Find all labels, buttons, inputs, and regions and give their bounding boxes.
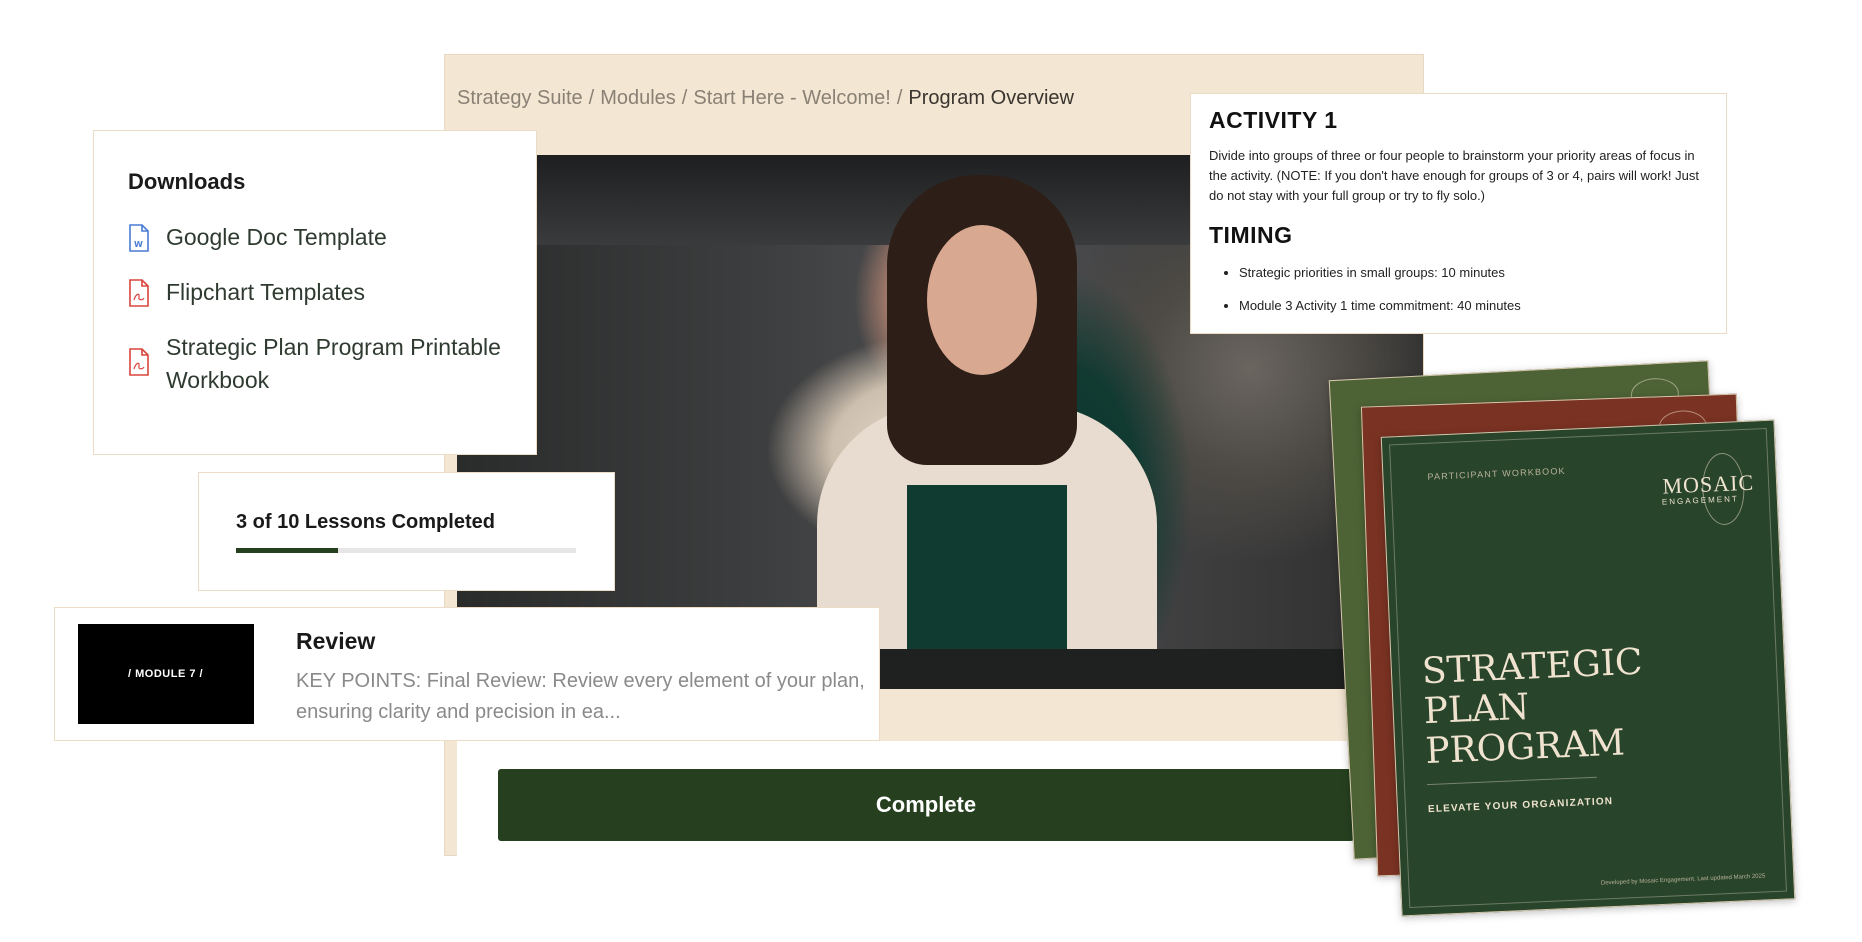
timing-item: Module 3 Activity 1 time commitment: 40 … — [1239, 298, 1719, 313]
timing-heading: TIMING — [1209, 222, 1293, 248]
workbook-cover-front: PARTICIPANT WORKBOOK MOSAIC ENGAGEMENT S… — [1380, 419, 1796, 917]
downloads-title: Downloads — [128, 169, 246, 194]
progress-card: 3 of 10 Lessons Completed — [198, 472, 615, 591]
pdf-icon — [129, 279, 149, 307]
downloads-card: Downloads W Google Doc Template Flipchar… — [93, 130, 537, 455]
download-label: Flipchart Templates — [166, 279, 365, 305]
lesson-review-card[interactable]: / MODULE 7 / Review KEY POINTS: Final Re… — [54, 607, 880, 741]
breadcrumb: Strategy Suite / Modules / Start Here - Welc… — [457, 87, 1074, 110]
download-label: Google Doc Template — [166, 224, 387, 250]
complete-button[interactable]: Complete — [498, 769, 1354, 841]
download-google-doc-template[interactable]: W Google Doc Template — [128, 221, 508, 254]
breadcrumb-separator: / — [681, 87, 688, 109]
breadcrumb-separator: / — [588, 87, 595, 109]
review-title: Review — [296, 628, 376, 654]
breadcrumb-separator: / — [896, 87, 903, 109]
review-thumbnail-text: / MODULE 7 / — [128, 668, 204, 680]
review-thumbnail: / MODULE 7 / — [78, 624, 254, 724]
breadcrumb-link-strategy-suite[interactable]: Strategy Suite — [457, 87, 583, 109]
svg-text:W: W — [134, 240, 143, 249]
activity-card: ACTIVITY 1 Divide into groups of three o… — [1190, 93, 1727, 334]
download-flipchart-templates[interactable]: Flipchart Templates — [128, 276, 508, 309]
activity-body: Divide into groups of three or four peop… — [1209, 148, 1699, 203]
breadcrumb-link-start-here[interactable]: Start Here - Welcome! — [693, 87, 890, 109]
progress-bar — [236, 548, 576, 553]
timing-list: Strategic priorities in small groups: 10… — [1209, 265, 1719, 331]
download-printable-workbook[interactable]: Strategic Plan Program Printable Workboo… — [128, 331, 508, 397]
download-label: Strategic Plan Program Printable Workboo… — [166, 334, 501, 393]
word-doc-icon: W — [129, 224, 149, 252]
workbook-title: STRATEGIC PLAN PROGRAM — [1421, 642, 1647, 773]
breadcrumb-current: Program Overview — [908, 87, 1074, 109]
review-description: KEY POINTS: Final Review: Review every e… — [296, 670, 865, 723]
progress-label: 3 of 10 Lessons Completed — [236, 511, 495, 533]
video-presenter-face — [927, 225, 1037, 375]
pdf-icon — [129, 348, 149, 376]
activity-heading: ACTIVITY 1 — [1209, 107, 1338, 133]
complete-area: Complete — [457, 741, 1423, 857]
progress-bar-fill — [236, 548, 338, 553]
breadcrumb-link-modules[interactable]: Modules — [600, 87, 676, 109]
timing-item: Strategic priorities in small groups: 10… — [1239, 265, 1719, 280]
